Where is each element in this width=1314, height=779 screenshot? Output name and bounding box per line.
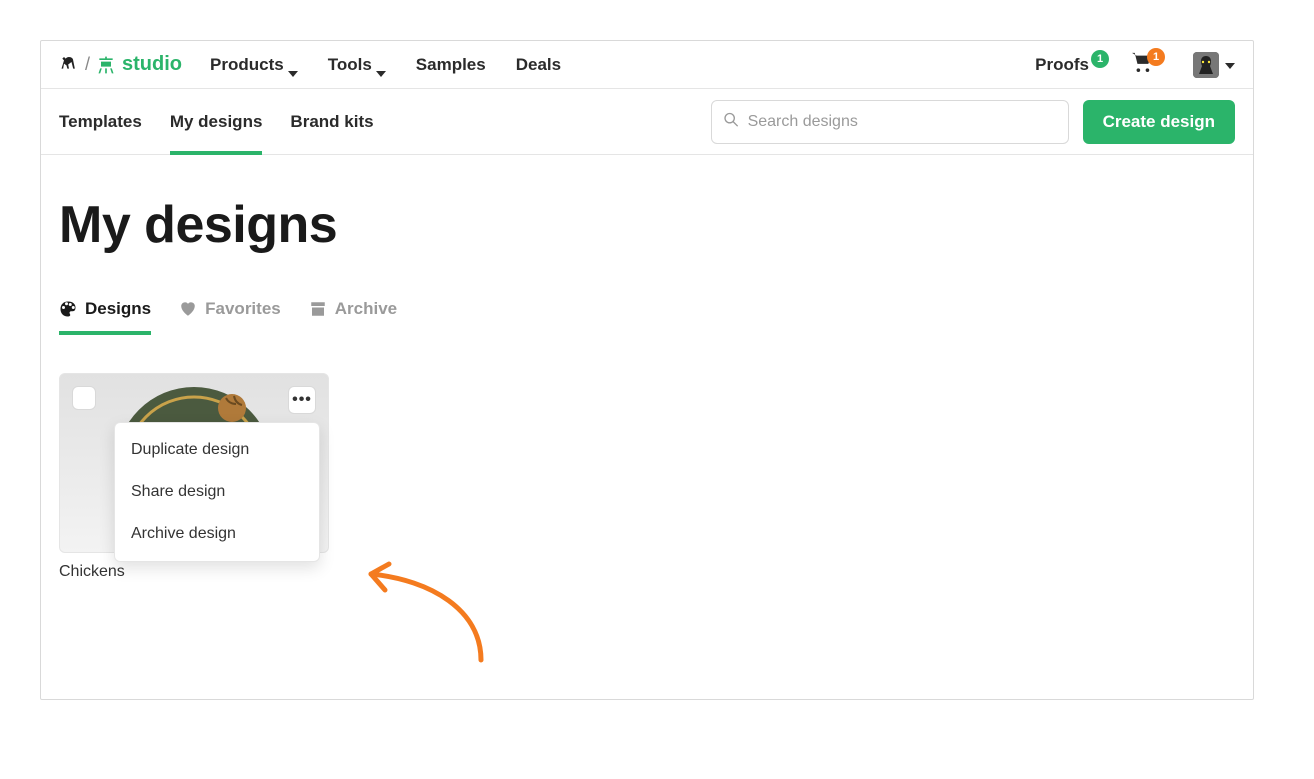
filter-tabs: Designs Favorites Archive [59,299,1235,333]
menu-share[interactable]: Share design [115,471,319,513]
search-icon [723,111,739,132]
tab-my-designs[interactable]: My designs [170,89,263,154]
horse-icon [59,53,79,76]
proofs-link[interactable]: Proofs 1 [1035,55,1109,75]
nav-tools-label: Tools [328,55,372,75]
search-box [711,100,1069,144]
avatar [1193,52,1219,78]
nav-deals-label: Deals [516,55,561,75]
tab-brand-kits[interactable]: Brand kits [290,89,373,154]
design-select-checkbox[interactable] [72,386,96,410]
main-content: My designs Designs Favorites Archive [41,155,1253,641]
filter-designs[interactable]: Designs [59,299,151,333]
chevron-down-icon [288,62,298,68]
brand-separator: / [85,54,90,75]
heart-icon [179,300,197,318]
proofs-badge: 1 [1091,50,1109,68]
nav-products-label: Products [210,55,284,75]
filter-archive-label: Archive [335,299,397,319]
nav-samples[interactable]: Samples [416,55,486,75]
nav-samples-label: Samples [416,55,486,75]
easel-icon [96,55,116,75]
filter-favorites[interactable]: Favorites [179,299,281,333]
tab-brand-kits-label: Brand kits [290,112,373,132]
design-cards: ••• Duplicate design Share design Archiv… [59,373,1235,581]
brand-text: studio [122,53,182,76]
design-card-title: Chickens [59,563,329,581]
cart-button[interactable]: 1 [1131,52,1171,77]
top-nav: / studio Products Tools [41,41,1253,89]
cart-badge: 1 [1147,48,1165,66]
nav-links: Products Tools Samples Deals [210,55,561,75]
proofs-label: Proofs [1035,55,1089,75]
menu-archive[interactable]: Archive design [115,513,319,555]
nav-products[interactable]: Products [210,55,298,75]
design-more-button[interactable]: ••• [288,386,316,414]
filter-archive[interactable]: Archive [309,299,397,333]
create-design-button[interactable]: Create design [1083,100,1235,144]
user-menu[interactable] [1193,52,1235,78]
sub-nav-right: Create design [711,100,1235,144]
chevron-down-icon [1225,56,1235,74]
design-card: ••• Duplicate design Share design Archiv… [59,373,329,581]
filter-favorites-label: Favorites [205,299,281,319]
ellipsis-icon: ••• [292,391,312,409]
filter-designs-label: Designs [85,299,151,319]
page-title: My designs [59,195,1235,255]
tab-my-designs-label: My designs [170,112,263,132]
design-card-thumb[interactable]: ••• Duplicate design Share design Archiv… [59,373,329,553]
top-nav-right: Proofs 1 1 [1035,52,1235,78]
tab-templates[interactable]: Templates [59,89,142,154]
design-context-menu: Duplicate design Share design Archive de… [114,422,320,562]
menu-duplicate[interactable]: Duplicate design [115,429,319,471]
archive-icon [309,300,327,318]
app-frame: / studio Products Tools [40,40,1254,700]
nav-tools[interactable]: Tools [328,55,386,75]
palette-icon [59,300,77,318]
tab-templates-label: Templates [59,112,142,132]
search-input[interactable] [711,100,1069,144]
nav-deals[interactable]: Deals [516,55,561,75]
brand[interactable]: / studio [59,53,182,76]
chevron-down-icon [376,62,386,68]
sub-nav: Templates My designs Brand kits Create d… [41,89,1253,155]
sub-tabs: Templates My designs Brand kits [59,89,374,154]
